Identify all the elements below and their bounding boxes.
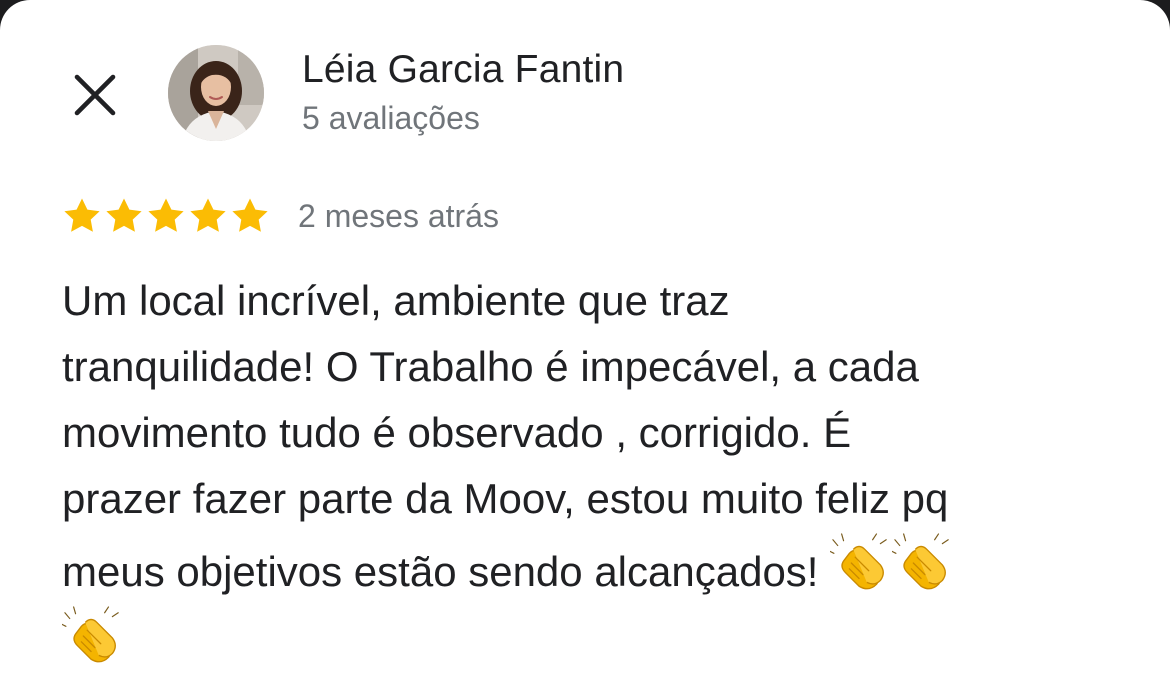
star-icon (190, 198, 226, 232)
star-icon (232, 198, 268, 232)
rating-row: 2 meses atrás (62, 192, 499, 240)
review-text-line: meus objetivos estão sendo alcançados! (62, 548, 831, 595)
review-count: 5 avaliações (302, 100, 480, 136)
star-icon (148, 198, 184, 232)
star-icon (64, 198, 100, 232)
reviewer-photo (168, 45, 264, 141)
reviewer-name[interactable]: Léia Garcia Fantin (302, 48, 624, 92)
clapping-hands-icon (62, 606, 119, 663)
review-text-line: Um local incrível, ambiente que traz (62, 277, 730, 324)
star-icon (106, 198, 142, 232)
review-text-line: prazer fazer parte da Moov, estou muito … (62, 475, 949, 522)
avatar[interactable] (168, 45, 264, 141)
close-icon (74, 74, 116, 116)
review-text: Um local incrível, ambiente que traz tran… (62, 268, 1122, 678)
close-button[interactable] (62, 62, 128, 128)
star-rating (62, 196, 270, 236)
review-text-line: tranquilidade! O Trabalho é impecável, a… (62, 343, 919, 390)
clapping-hands-icon (830, 533, 887, 590)
review-text-line: movimento tudo é observado , corrigido. … (62, 409, 852, 456)
clapping-hands-icon (892, 533, 949, 590)
review-sheet: Léia Garcia Fantin 5 avaliações 2 meses … (0, 0, 1170, 693)
review-time: 2 meses atrás (298, 197, 499, 234)
